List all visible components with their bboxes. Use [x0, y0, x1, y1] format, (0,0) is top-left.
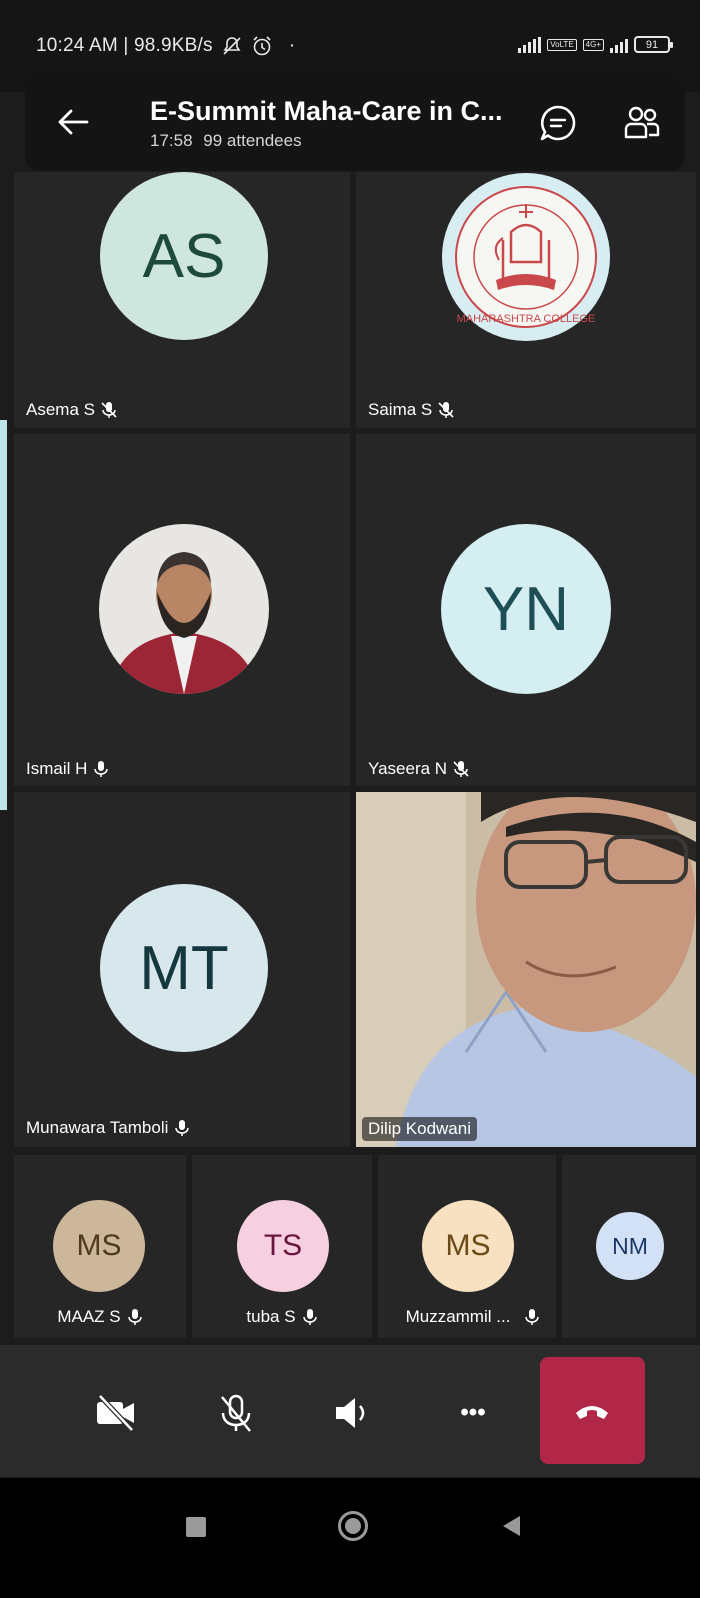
- profile-photo-avatar: [99, 524, 269, 694]
- participant-tile-yaseera[interactable]: YN Yaseera N: [356, 434, 696, 786]
- people-icon[interactable]: [623, 103, 661, 143]
- participant-name-label: Asema S: [26, 400, 117, 420]
- chat-icon[interactable]: [538, 103, 578, 143]
- avatar-initials-text: YN: [482, 574, 570, 644]
- recents-button[interactable]: [186, 1517, 206, 1537]
- more-options-button[interactable]: •••: [451, 1391, 495, 1435]
- participant-name: Ismail H: [26, 759, 88, 778]
- participant-tile-asema[interactable]: AS Asema S: [14, 172, 350, 428]
- college-logo-text: MAHARASHTRA COLLEGE: [457, 313, 596, 325]
- home-button[interactable]: [338, 1511, 368, 1541]
- call-header: E-Summit Maha-Care in C... 17:58 99 atte…: [25, 73, 685, 171]
- signal-icon: [518, 36, 542, 53]
- strip-name-label: Muzzammil ...: [378, 1307, 568, 1327]
- alarm-icon: [253, 36, 271, 56]
- meeting-meta: 17:58 99 attendees: [150, 131, 302, 151]
- attendee-count: 99 attendees: [203, 131, 302, 150]
- mic-icon: [94, 761, 109, 777]
- status-right: VoLTE 4G+ 91: [518, 36, 673, 53]
- participant-name: Saima S: [368, 400, 433, 419]
- signal-icon-2: [610, 37, 628, 53]
- notifications-off-icon: [223, 37, 241, 55]
- mic-icon: [525, 1309, 540, 1325]
- hang-up-icon: [576, 1406, 608, 1419]
- status-dot: ·: [288, 35, 296, 56]
- strip-avatar-initials: MS: [445, 1229, 491, 1262]
- avatar-initials: AS: [100, 172, 268, 340]
- avatar-initials: MT: [100, 884, 268, 1052]
- participant-name-label: Munawara Tamboli: [26, 1118, 190, 1138]
- strip-avatar-initials: MS: [76, 1229, 122, 1262]
- mic-icon: [175, 1120, 190, 1136]
- meeting-screen: 10:24 AM | 98.9KB/s · VoLTE 4G+ 91 AS As…: [0, 0, 700, 1598]
- participant-name: Yaseera N: [368, 759, 448, 778]
- strip-avatar: MS: [53, 1200, 145, 1292]
- participant-name: Dilip Kodwani: [368, 1119, 471, 1138]
- meeting-title: E-Summit Maha-Care in C...: [150, 96, 503, 126]
- mic-icon: [302, 1309, 317, 1325]
- strip-name: Muzzammil ...: [405, 1307, 511, 1326]
- volte-badge: VoLTE: [547, 38, 577, 51]
- strip-avatar: NM: [596, 1212, 664, 1280]
- participant-name-label: Yaseera N: [368, 759, 469, 779]
- mic-muted-icon: [101, 402, 117, 418]
- speaker-icon[interactable]: [332, 1391, 376, 1435]
- android-nav-bar: [0, 1478, 700, 1598]
- call-controls: •••: [0, 1345, 700, 1477]
- participant-tile-saima[interactable]: MAHARASHTRA COLLEGE Saima S: [356, 172, 696, 428]
- end-call-button[interactable]: [540, 1357, 645, 1464]
- edge-strip: [0, 420, 7, 810]
- strip-avatar: TS: [237, 1200, 329, 1292]
- strip-name: tuba S: [246, 1307, 296, 1326]
- participant-name: Munawara Tamboli: [26, 1118, 169, 1137]
- participant-name: Asema S: [26, 400, 95, 419]
- college-logo-avatar: MAHARASHTRA COLLEGE: [442, 173, 610, 341]
- strip-name-label: MAAZ S: [14, 1307, 186, 1327]
- avatar-initials-text: MT: [139, 933, 229, 1003]
- avatar-initials-text: AS: [142, 221, 226, 291]
- mic-muted-icon: [453, 761, 469, 777]
- battery-icon: 91: [634, 36, 673, 53]
- participant-name-label: Saima S: [368, 400, 454, 420]
- strip-avatar: MS: [422, 1200, 514, 1292]
- mic-off-icon[interactable]: [214, 1391, 258, 1435]
- time-network-speed: 10:24 AM | 98.9KB/s: [36, 35, 213, 56]
- participant-name-label: Dilip Kodwani: [362, 1117, 477, 1141]
- camera-off-icon[interactable]: [94, 1391, 138, 1435]
- battery-level: 91: [645, 38, 659, 51]
- mic-icon: [127, 1309, 142, 1325]
- strip-name-label: tuba S: [192, 1307, 372, 1327]
- back-button[interactable]: [500, 1514, 522, 1538]
- strip-avatar-initials: NM: [612, 1232, 648, 1259]
- home-button-dot: [345, 1518, 361, 1534]
- participant-tile-munawara[interactable]: MT Munawara Tamboli: [14, 792, 350, 1147]
- participant-tile-ismail[interactable]: Ismail H: [14, 434, 350, 786]
- strip-avatar-initials: TS: [263, 1229, 303, 1262]
- network-badge: 4G+: [582, 38, 604, 51]
- participant-name-label: Ismail H: [26, 759, 109, 779]
- back-arrow-icon[interactable]: [55, 104, 91, 140]
- meeting-duration: 17:58: [150, 131, 193, 150]
- video-feed: [356, 792, 696, 1147]
- status-left: 10:24 AM | 98.9KB/s ·: [36, 35, 295, 57]
- participant-tile-dilip[interactable]: Dilip Kodwani: [356, 792, 696, 1147]
- avatar-initials: YN: [441, 524, 611, 694]
- strip-name: MAAZ S: [57, 1307, 121, 1326]
- mic-muted-icon: [438, 402, 454, 418]
